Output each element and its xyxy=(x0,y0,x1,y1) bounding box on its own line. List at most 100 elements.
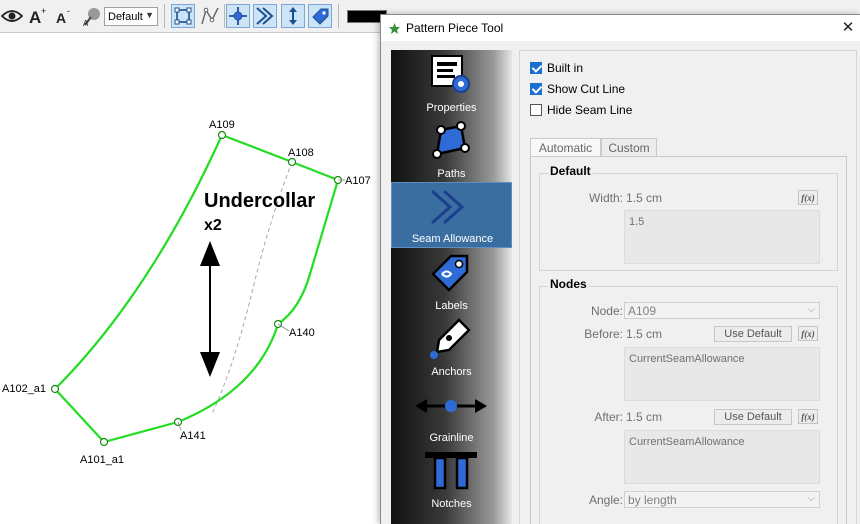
node-select[interactable]: A109 ⌵ xyxy=(624,302,820,319)
sidebar-item-label: Notches xyxy=(431,498,472,510)
width-formula-field[interactable]: 1.5 xyxy=(624,210,820,264)
node-label: Node: xyxy=(590,304,623,318)
after-label: After: xyxy=(594,410,623,424)
svg-text:A: A xyxy=(56,10,66,26)
sidebar-item-label: Labels xyxy=(435,300,468,312)
nodes-group: Nodes Node: A109 ⌵ Before: 1.5 cm Use De… xyxy=(539,277,838,524)
label-a101-a1: A101_a1 xyxy=(80,454,124,466)
dialog-titlebar[interactable]: Pattern Piece Tool ✕ xyxy=(381,15,860,41)
sidebar-item-anchors[interactable]: Anchors xyxy=(391,314,512,380)
pattern-piece-drawing: A109 A108 A107 A140 A141 A101_a1 A102_a1… xyxy=(2,119,371,466)
sidebar-item-notches[interactable]: Notches xyxy=(391,446,512,512)
chevron-down-icon: ▼ xyxy=(145,10,154,20)
curve-tool-icon[interactable] xyxy=(198,4,222,28)
style-combo-value: Default xyxy=(108,10,143,23)
sidebar-item-seam-allowance[interactable]: Seam Allowance xyxy=(391,182,512,248)
piece-quantity[interactable]: x2 xyxy=(204,217,222,234)
default-group: Default Width: 1.5 cm f(x) 1.5 xyxy=(539,164,838,271)
after-formula-field[interactable]: CurrentSeamAllowance xyxy=(624,430,820,484)
angle-select-value: by length xyxy=(628,492,677,507)
built-in-checkbox[interactable]: Built in xyxy=(530,60,583,76)
grainline-tool-icon[interactable] xyxy=(281,4,305,28)
checkbox-label: Hide Seam Line xyxy=(547,103,633,117)
point-a102-a1[interactable] xyxy=(50,384,60,394)
seam-allowance-panel: Built in Show Cut Line Hide Seam Line Au… xyxy=(519,50,857,524)
svg-text:A: A xyxy=(83,19,89,27)
chevron-down-icon: ⌵ xyxy=(807,493,815,504)
label-a107: A107 xyxy=(345,175,371,187)
label-a108: A108 xyxy=(288,147,314,159)
text-style-icon[interactable]: A xyxy=(80,4,104,28)
sidebar-item-labels[interactable]: Labels xyxy=(391,248,512,314)
toolbar-separator xyxy=(224,4,225,28)
cut-line[interactable] xyxy=(53,133,340,444)
hide-seam-line-checkbox[interactable]: Hide Seam Line xyxy=(530,102,632,118)
sidebar-item-label: Anchors xyxy=(431,366,472,378)
increase-font-icon[interactable]: A + xyxy=(26,4,50,28)
drawing-canvas[interactable]: A109 A108 A107 A140 A141 A101_a1 A102_a1… xyxy=(0,34,380,524)
sidebar-item-label: Seam Allowance xyxy=(411,233,494,245)
before-value: 1.5 cm xyxy=(626,327,663,341)
nodes-group-title: Nodes xyxy=(548,277,589,291)
angle-label: Angle: xyxy=(588,493,623,507)
seam-allowance-icon xyxy=(431,189,465,225)
grainline-icon xyxy=(415,399,487,413)
width-formula-button[interactable]: f(x) xyxy=(798,190,818,205)
eye-icon[interactable] xyxy=(0,4,24,28)
show-cut-line-checkbox[interactable]: Show Cut Line xyxy=(530,81,625,97)
paths-icon xyxy=(432,121,470,159)
sidebar-item-properties[interactable]: Properties xyxy=(391,50,512,116)
sidebar-item-label: Grainline xyxy=(429,432,474,444)
before-formula-button[interactable]: f(x) xyxy=(798,326,818,341)
tab-custom[interactable]: Custom xyxy=(601,138,657,157)
after-formula-button[interactable]: f(x) xyxy=(798,409,818,424)
point-tool-icon[interactable] xyxy=(226,4,250,28)
point-a109[interactable] xyxy=(217,130,227,140)
angle-select[interactable]: by length ⌵ xyxy=(624,491,820,508)
before-use-default-button[interactable]: Use Default xyxy=(714,326,792,342)
after-value: 1.5 cm xyxy=(626,410,663,424)
before-label: Before: xyxy=(584,327,623,341)
sidebar-item-grainline[interactable]: Grainline xyxy=(391,380,512,446)
toolbar-separator xyxy=(164,4,165,28)
automatic-tab-body: Default Width: 1.5 cm f(x) 1.5 Nodes Nod… xyxy=(530,156,847,524)
width-value: 1.5 cm xyxy=(626,191,663,205)
node-select-value: A109 xyxy=(628,303,657,318)
label-tool-icon[interactable] xyxy=(308,4,332,28)
close-icon[interactable]: ✕ xyxy=(839,18,857,36)
checkbox-box xyxy=(530,62,542,74)
app-icon xyxy=(389,23,400,34)
style-combo[interactable]: Default ▼ xyxy=(104,7,158,26)
sidebar-item-label: Properties xyxy=(426,102,477,114)
checkbox-box xyxy=(530,104,542,116)
width-label: Width: xyxy=(588,191,623,205)
labels-icon xyxy=(431,254,469,292)
after-use-default-button[interactable]: Use Default xyxy=(714,409,792,425)
checkbox-label: Show Cut Line xyxy=(547,82,626,96)
svg-text:A: A xyxy=(29,8,41,27)
dialog-sidebar: Properties Paths Seam Allowance Labels A… xyxy=(391,50,512,524)
label-a102-a1: A102_a1 xyxy=(2,383,46,395)
svg-text:-: - xyxy=(67,6,70,16)
select-tool-icon[interactable] xyxy=(171,4,195,28)
svg-text:+: + xyxy=(41,6,46,16)
label-a109: A109 xyxy=(209,119,235,131)
point-a108[interactable] xyxy=(287,157,297,167)
tab-automatic[interactable]: Automatic xyxy=(530,138,601,158)
sidebar-item-label: Paths xyxy=(437,168,466,180)
seam-allowance-tool-icon[interactable] xyxy=(253,4,277,28)
label-a141: A141 xyxy=(180,430,206,442)
piece-name[interactable]: Undercollar xyxy=(204,190,315,212)
grainline-arrow[interactable] xyxy=(200,241,220,377)
notches-icon xyxy=(425,452,477,490)
point-a101-a1[interactable] xyxy=(99,437,109,447)
before-formula-field[interactable]: CurrentSeamAllowance xyxy=(624,347,820,401)
properties-icon xyxy=(431,55,470,93)
sidebar-item-paths[interactable]: Paths xyxy=(391,116,512,182)
checkbox-box xyxy=(530,83,542,95)
default-group-title: Default xyxy=(548,164,593,178)
decrease-font-icon[interactable]: A- xyxy=(52,4,76,28)
checkbox-label: Built in xyxy=(547,61,584,75)
dialog-title: Pattern Piece Tool xyxy=(406,21,504,35)
label-a140: A140 xyxy=(289,327,315,339)
